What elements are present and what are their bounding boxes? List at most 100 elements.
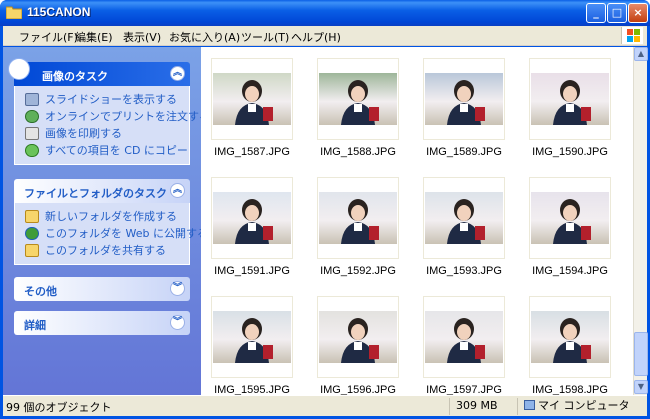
photo-image <box>319 311 397 363</box>
menu-file[interactable]: ファイル(F) <box>19 29 78 45</box>
file-name-label: IMG_1587.JPG <box>214 146 290 158</box>
file-name-label: IMG_1590.JPG <box>532 146 608 158</box>
printer-icon <box>25 127 39 140</box>
thumbnail-frame[interactable] <box>211 177 293 259</box>
chevron-up-icon[interactable]: ︽ <box>170 183 185 198</box>
title-bar[interactable]: 115CANON _ □ × <box>0 0 650 26</box>
file-name-label: IMG_1598.JPG <box>532 384 608 395</box>
task-online-print[interactable]: オンラインでプリントを注文する <box>25 108 210 125</box>
photo-image <box>531 192 609 244</box>
thumbnail-item[interactable]: IMG_1596.JPG <box>317 296 399 395</box>
thumbnail-frame[interactable] <box>529 58 611 140</box>
minimize-button[interactable]: _ <box>586 3 606 23</box>
task-print[interactable]: 画像を印刷する <box>25 125 189 142</box>
details-title: 詳細 <box>24 319 46 332</box>
thumbnail-frame[interactable] <box>317 177 399 259</box>
file-name-label: IMG_1596.JPG <box>320 384 396 395</box>
file-folder-tasks-title: ファイルとフォルダのタスク <box>24 187 167 200</box>
file-folder-tasks-header[interactable]: ファイルとフォルダのタスク ︽ <box>14 179 190 203</box>
thumbnail-frame[interactable] <box>211 296 293 378</box>
photo-image <box>213 73 291 125</box>
thumbnail-item[interactable]: IMG_1591.JPG <box>211 177 293 277</box>
menu-bar: ファイル(F) 編集(E) 表示(V) お気に入り(A) ツール(T) ヘルプ(… <box>3 26 647 46</box>
chevron-down-icon[interactable]: ︾ <box>170 315 185 330</box>
other-places-panel: その他 ︾ <box>14 277 190 301</box>
picture-tasks-title: 画像のタスク <box>42 70 108 83</box>
file-folder-tasks-panel: ファイルとフォルダのタスク ︽ 新しいフォルダを作成する このフォルダを Web… <box>14 179 208 265</box>
file-name-label: IMG_1589.JPG <box>426 146 502 158</box>
task-label: このフォルダを共有する <box>45 244 166 257</box>
task-label: このフォルダを Web に公開する <box>45 227 208 240</box>
photo-image <box>213 192 291 244</box>
thumbnail-item[interactable]: IMG_1587.JPG <box>211 58 293 158</box>
task-new-folder[interactable]: 新しいフォルダを作成する <box>25 208 189 225</box>
thumbnail-frame[interactable] <box>423 296 505 378</box>
task-slideshow[interactable]: スライドショーを表示する <box>25 91 189 108</box>
share-folder-icon <box>25 244 39 257</box>
task-share-folder[interactable]: このフォルダを共有する <box>25 242 189 259</box>
task-label: すべての項目を CD にコピー <box>45 144 188 157</box>
new-folder-icon <box>25 210 39 223</box>
task-label: 画像を印刷する <box>45 127 122 140</box>
thumbnail-frame[interactable] <box>423 177 505 259</box>
thumbnail-item[interactable]: IMG_1592.JPG <box>317 177 399 277</box>
other-places-header[interactable]: その他 ︾ <box>14 277 190 301</box>
task-pane: 画像のタスク ︽ スライドショーを表示する オンラインでプリントを注文する 画像… <box>3 47 210 395</box>
scrollbar-thumb[interactable] <box>634 332 648 376</box>
chevron-up-icon[interactable]: ︽ <box>170 66 185 81</box>
menu-edit[interactable]: 編集(E) <box>75 29 113 45</box>
vertical-scrollbar[interactable]: ▲ ▼ <box>633 47 648 395</box>
thumbnail-item[interactable]: IMG_1597.JPG <box>423 296 505 395</box>
windows-logo-icon <box>621 27 643 44</box>
location-zone: マイ コンピュータ <box>517 398 645 415</box>
photo-image <box>319 192 397 244</box>
thumbnail-item[interactable]: IMG_1589.JPG <box>423 58 505 158</box>
picture-tasks-body: スライドショーを表示する オンラインでプリントを注文する 画像を印刷する すべて… <box>14 86 210 165</box>
menu-help[interactable]: ヘルプ(H) <box>291 29 341 45</box>
my-computer-icon <box>524 400 535 410</box>
scroll-up-arrow-icon[interactable]: ▲ <box>634 47 648 61</box>
file-name-label: IMG_1595.JPG <box>214 384 290 395</box>
chevron-down-icon[interactable]: ︾ <box>170 281 185 296</box>
thumbnail-item[interactable]: IMG_1588.JPG <box>317 58 399 158</box>
picture-tasks-panel: 画像のタスク ︽ スライドショーを表示する オンラインでプリントを注文する 画像… <box>8 58 210 165</box>
thumbnail-view: IMG_1587.JPG IMG_1588.JPG IMG_1589.JPG IMG_… <box>201 47 633 395</box>
photo-image <box>425 192 503 244</box>
details-header[interactable]: 詳細 ︾ <box>14 311 190 335</box>
file-name-label: IMG_1592.JPG <box>320 265 396 277</box>
online-print-icon <box>25 110 39 123</box>
menu-favorites[interactable]: お気に入り(A) <box>169 29 240 45</box>
task-copy-cd[interactable]: すべての項目を CD にコピー <box>25 142 189 159</box>
task-publish-web[interactable]: このフォルダを Web に公開する <box>25 225 208 242</box>
photo-image <box>213 311 291 363</box>
menu-view[interactable]: 表示(V) <box>123 29 161 45</box>
scroll-down-arrow-icon[interactable]: ▼ <box>634 380 648 394</box>
task-label: スライドショーを表示する <box>45 93 177 106</box>
thumbnail-item[interactable]: IMG_1594.JPG <box>529 177 611 277</box>
explorer-window: 115CANON _ □ × ファイル(F) 編集(E) 表示(V) お気に入り… <box>0 0 650 419</box>
thumbnail-frame[interactable] <box>317 58 399 140</box>
thumbnail-frame[interactable] <box>317 296 399 378</box>
cd-copy-icon <box>25 144 39 157</box>
details-panel: 詳細 ︾ <box>14 311 190 335</box>
photo-image <box>425 311 503 363</box>
thumbnail-frame[interactable] <box>211 58 293 140</box>
thumbnail-item[interactable]: IMG_1598.JPG <box>529 296 611 395</box>
object-count: 99 個のオブジェクト <box>6 401 112 414</box>
slideshow-icon <box>25 93 39 106</box>
picture-tasks-header[interactable]: 画像のタスク ︽ <box>8 58 190 86</box>
maximize-button[interactable]: □ <box>607 3 627 23</box>
thumbnail-frame[interactable] <box>423 58 505 140</box>
thumbnail-frame[interactable] <box>529 296 611 378</box>
photo-image <box>319 73 397 125</box>
thumbnail-item[interactable]: IMG_1593.JPG <box>423 177 505 277</box>
web-publish-icon <box>25 227 39 240</box>
close-button[interactable]: × <box>628 3 648 23</box>
thumbnail-item[interactable]: IMG_1595.JPG <box>211 296 293 395</box>
thumbnail-frame[interactable] <box>529 177 611 259</box>
thumbnail-item[interactable]: IMG_1590.JPG <box>529 58 611 158</box>
location-text: マイ コンピュータ <box>538 399 630 412</box>
file-name-label: IMG_1594.JPG <box>532 265 608 277</box>
menu-tools[interactable]: ツール(T) <box>241 29 289 45</box>
file-name-label: IMG_1591.JPG <box>214 265 290 277</box>
